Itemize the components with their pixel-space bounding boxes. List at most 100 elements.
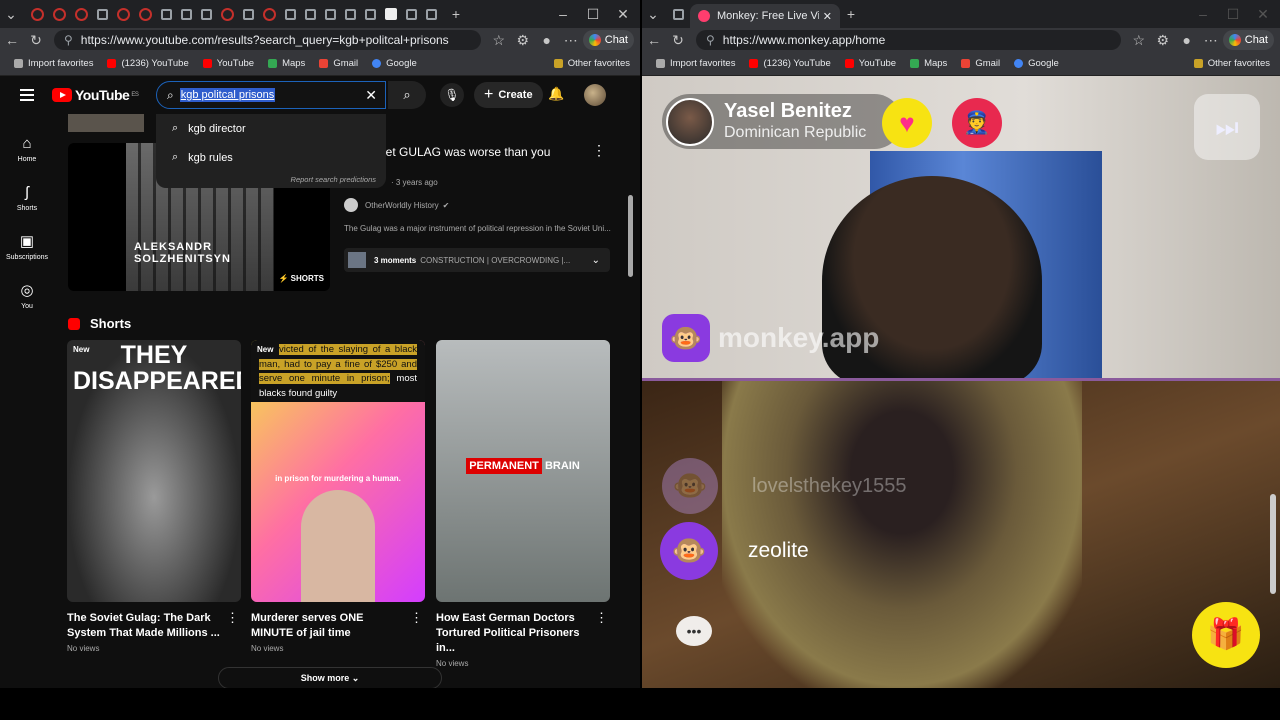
search-button[interactable]: ⌕ bbox=[388, 81, 426, 109]
favorite-star-icon[interactable]: ☆ bbox=[1127, 32, 1151, 49]
sidebar-item-home[interactable]: ⌂ Home bbox=[0, 124, 54, 173]
short-more-options-icon[interactable]: ⋮ bbox=[226, 610, 239, 626]
page-scrollbar[interactable] bbox=[628, 195, 633, 277]
show-more-button[interactable]: Show more ⌄ bbox=[218, 667, 442, 688]
close-window-button[interactable]: ✕ bbox=[612, 6, 634, 23]
tab-menu-icon[interactable]: ⌄ bbox=[0, 6, 22, 23]
chat-bubble-icon[interactable]: ••• bbox=[676, 616, 712, 646]
url-field[interactable]: ⚲ https://www.youtube.com/results?search_… bbox=[54, 30, 481, 50]
bookmark-import[interactable]: Import favorites bbox=[656, 58, 735, 69]
voice-search-icon[interactable]: 🎙 bbox=[440, 83, 464, 107]
back-icon[interactable]: ← bbox=[0, 32, 24, 48]
chat-button[interactable]: Chat bbox=[582, 30, 634, 50]
channel-link[interactable]: OtherWorldly History ✔ bbox=[344, 198, 449, 212]
tab-search-4[interactable] bbox=[285, 8, 296, 20]
search-input[interactable]: ⌕ kgb politcal prisons ✕ bbox=[156, 81, 386, 109]
tab-menu-icon[interactable]: ⌄ bbox=[642, 6, 664, 23]
short-thumbnail[interactable]: New THEY DISAPPEARED bbox=[67, 340, 241, 602]
tab-youtube-1[interactable] bbox=[31, 7, 44, 21]
key-moments-bar[interactable]: 3 moments CONSTRUCTION | OVERCROWDING |..… bbox=[344, 248, 610, 272]
tab-youtube-5[interactable] bbox=[139, 7, 152, 21]
account-avatar[interactable] bbox=[584, 84, 606, 106]
tab-search-9[interactable] bbox=[426, 8, 437, 20]
new-tab-button[interactable]: + bbox=[445, 6, 467, 22]
previous-result-thumbnail[interactable] bbox=[68, 114, 144, 132]
site-info-icon[interactable]: ⚲ bbox=[64, 33, 73, 47]
create-button[interactable]: + Create bbox=[474, 82, 543, 108]
tab-search-1[interactable] bbox=[181, 8, 192, 20]
bookmark-youtube[interactable]: YouTube bbox=[202, 58, 254, 69]
tab-search-8[interactable] bbox=[406, 8, 417, 20]
skip-next-button[interactable]: ⏭ bbox=[1194, 94, 1260, 160]
tab-youtube-2[interactable] bbox=[53, 7, 66, 21]
suggestion-item[interactable]: ⌕ kgb rules bbox=[156, 143, 386, 172]
tab-search-6[interactable] bbox=[325, 8, 336, 20]
bookmark-google[interactable]: Google bbox=[1014, 58, 1059, 69]
chevron-down-icon[interactable]: ⌄ bbox=[592, 255, 600, 266]
search-query[interactable]: kgb politcal prisons bbox=[179, 88, 276, 102]
bookmark-gmail[interactable]: Gmail bbox=[961, 58, 1000, 69]
short-card[interactable]: New THEY DISAPPEARED The Soviet Gulag: T… bbox=[67, 340, 241, 653]
tab-search-7[interactable] bbox=[365, 8, 376, 20]
bookmark-other-favorites[interactable]: Other favorites bbox=[1193, 58, 1270, 69]
bookmark-youtube-count[interactable]: (1236) YouTube bbox=[107, 58, 189, 69]
reload-icon[interactable]: ↻ bbox=[666, 32, 690, 49]
report-button[interactable]: 👮 bbox=[952, 98, 1002, 148]
short-more-options-icon[interactable]: ⋮ bbox=[595, 610, 608, 626]
video-more-options-icon[interactable]: ⋮ bbox=[592, 142, 606, 159]
short-more-options-icon[interactable]: ⋮ bbox=[410, 610, 423, 626]
extensions-icon[interactable]: ⚙ bbox=[511, 32, 535, 49]
tab-generic-2[interactable] bbox=[161, 8, 172, 20]
more-menu-icon[interactable]: ⋯ bbox=[1199, 32, 1223, 49]
tab-monkey[interactable]: Monkey: Free Live Video Chat ✕ bbox=[690, 4, 840, 28]
tab-search-5[interactable] bbox=[305, 8, 316, 20]
chat-button[interactable]: Chat bbox=[1222, 30, 1274, 50]
extensions-icon[interactable]: ⚙ bbox=[1151, 32, 1175, 49]
bookmark-other-favorites[interactable]: Other favorites bbox=[553, 58, 630, 69]
new-tab-button[interactable]: + bbox=[840, 6, 862, 22]
tab-youtube-3[interactable] bbox=[75, 7, 88, 21]
favorite-star-icon[interactable]: ☆ bbox=[487, 32, 511, 49]
short-card[interactable]: PERMANENT BRAIN How East German Doctors … bbox=[436, 340, 610, 668]
suggestion-item[interactable]: ⌕ kgb director bbox=[156, 114, 386, 143]
page-scrollbar[interactable] bbox=[1270, 494, 1276, 594]
bookmark-maps[interactable]: Maps bbox=[910, 58, 947, 69]
close-window-button[interactable]: ✕ bbox=[1252, 6, 1274, 23]
tab-generic-1[interactable] bbox=[97, 8, 108, 20]
tab-youtube-4[interactable] bbox=[117, 7, 130, 21]
short-card[interactable]: New victed of the slaying of a black man… bbox=[251, 340, 425, 653]
tab-youtube-7[interactable] bbox=[263, 7, 276, 21]
minimize-button[interactable]: – bbox=[552, 6, 574, 22]
profile-icon[interactable]: ● bbox=[1175, 32, 1199, 48]
profile-icon[interactable]: ● bbox=[535, 32, 559, 48]
reload-icon[interactable]: ↻ bbox=[24, 32, 48, 49]
tab-favicon-generic[interactable] bbox=[673, 8, 684, 20]
clear-search-icon[interactable]: ✕ bbox=[365, 87, 377, 104]
sidebar-item-you[interactable]: ◎ You bbox=[0, 271, 54, 320]
back-icon[interactable]: ← bbox=[642, 32, 666, 48]
tab-chart[interactable] bbox=[345, 8, 356, 20]
report-predictions-link[interactable]: Report search predictions bbox=[291, 175, 376, 184]
bookmark-gmail[interactable]: Gmail bbox=[319, 58, 358, 69]
peer-profile-card[interactable]: Yasel Benitez Dominican Republic bbox=[662, 94, 902, 149]
more-menu-icon[interactable]: ⋯ bbox=[559, 32, 583, 49]
video-title[interactable]: iet GULAG was worse than you bbox=[383, 145, 550, 159]
tab-search-3[interactable] bbox=[243, 8, 254, 20]
minimize-button[interactable]: – bbox=[1192, 6, 1214, 22]
bookmark-maps[interactable]: Maps bbox=[268, 58, 305, 69]
close-tab-icon[interactable]: ✕ bbox=[823, 10, 832, 23]
hamburger-menu-icon[interactable] bbox=[20, 89, 34, 101]
heart-like-button[interactable]: ♥ bbox=[882, 98, 932, 148]
youtube-logo[interactable]: YouTube ES bbox=[52, 87, 139, 103]
bookmark-youtube-count[interactable]: (1236) YouTube bbox=[749, 58, 831, 69]
url-field[interactable]: ⚲ https://www.monkey.app/home bbox=[696, 30, 1121, 50]
bookmark-youtube[interactable]: YouTube bbox=[844, 58, 896, 69]
bookmark-import[interactable]: Import favorites bbox=[14, 58, 93, 69]
short-title[interactable]: The Soviet Gulag: The Dark System That M… bbox=[67, 611, 222, 641]
short-title[interactable]: Murderer serves ONE MINUTE of jail time bbox=[251, 611, 406, 641]
site-info-icon[interactable]: ⚲ bbox=[706, 33, 715, 47]
sidebar-item-subscriptions[interactable]: ▣ Subscriptions bbox=[0, 222, 54, 271]
tab-wikipedia[interactable] bbox=[385, 8, 397, 20]
maximize-button[interactable]: ☐ bbox=[1222, 6, 1244, 23]
short-title[interactable]: How East German Doctors Tortured Politic… bbox=[436, 611, 591, 656]
